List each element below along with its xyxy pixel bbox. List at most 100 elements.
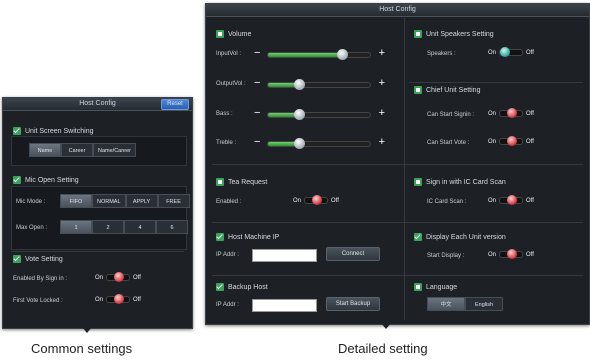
bass-slider[interactable]: − + bbox=[254, 108, 385, 120]
vote-row-label: Enabled By Sign in : bbox=[13, 276, 68, 282]
mode-free[interactable]: FREE bbox=[157, 194, 190, 208]
treble-slider[interactable]: − + bbox=[254, 137, 385, 149]
toggle-knob[interactable] bbox=[507, 249, 518, 259]
max-open-segment: 1 2 4 6 bbox=[60, 220, 188, 234]
speaker-icon bbox=[414, 30, 422, 38]
slider-knob[interactable] bbox=[293, 109, 305, 120]
first-vote-locked-toggle[interactable]: On Off bbox=[95, 294, 141, 304]
option-name[interactable]: Name bbox=[29, 143, 61, 157]
common-settings-window: Host Config Reset Unit Screen Switching … bbox=[2, 97, 193, 329]
max-open-label: Max Open : bbox=[16, 225, 48, 231]
detailed-settings-window: Host Config Volume InputVol : − + Output… bbox=[205, 3, 590, 325]
can-start-vote-label: Can Start Vote : bbox=[427, 140, 470, 146]
toggle-knob[interactable] bbox=[114, 294, 125, 304]
output-vol-label: OutputVol : bbox=[216, 81, 246, 87]
slider-knob[interactable] bbox=[293, 79, 305, 90]
left-callout-pointer bbox=[82, 327, 92, 333]
ic-card-toggle[interactable]: On Off bbox=[488, 195, 534, 205]
right-callout-pointer bbox=[381, 323, 391, 329]
mode-fifo[interactable]: FIFO bbox=[60, 194, 92, 208]
tea-enabled-toggle[interactable]: On Off bbox=[293, 195, 339, 205]
slider-knob[interactable] bbox=[337, 49, 349, 60]
language-heading: Language bbox=[414, 283, 457, 291]
reset-button[interactable]: Reset bbox=[161, 99, 189, 110]
max-2[interactable]: 2 bbox=[92, 220, 124, 234]
minus-icon[interactable]: − bbox=[254, 108, 260, 119]
plus-icon[interactable]: + bbox=[379, 48, 385, 59]
ic-card-label: IC Card Scan : bbox=[427, 199, 467, 205]
option-career[interactable]: Career bbox=[61, 143, 93, 157]
can-start-signin-label: Can Start Signin : bbox=[427, 112, 475, 118]
option-name-career[interactable]: Name/Career bbox=[93, 143, 137, 157]
max-4[interactable]: 4 bbox=[124, 220, 156, 234]
right-caption: Detailed setting bbox=[338, 341, 428, 356]
backup-heading: Backup Host bbox=[216, 283, 268, 291]
slider-knob[interactable] bbox=[293, 138, 305, 149]
mode-normal[interactable]: NORMAL bbox=[92, 194, 126, 208]
vote-heading: Vote Setting bbox=[13, 255, 63, 263]
toggle-knob[interactable] bbox=[507, 108, 518, 118]
checkbox-icon bbox=[13, 127, 21, 135]
language-icon bbox=[414, 283, 422, 291]
ic-card-icon bbox=[414, 178, 422, 186]
unit-screen-segment: Name Career Name/Career bbox=[29, 143, 137, 157]
treble-label: Treble : bbox=[216, 140, 237, 146]
language-segment: 中文 English bbox=[427, 297, 503, 311]
chief-heading: Chief Unit Setting bbox=[414, 86, 480, 94]
tea-icon bbox=[216, 178, 224, 186]
enabled-by-signin-toggle[interactable]: On Off bbox=[95, 272, 141, 282]
can-start-vote-toggle[interactable]: On Off bbox=[488, 136, 534, 146]
sign-ic-heading: Sign in with IC Card Scan bbox=[414, 178, 506, 186]
speakers-label: Speakers : bbox=[427, 51, 456, 57]
checkbox-icon bbox=[216, 283, 224, 291]
plus-icon[interactable]: + bbox=[379, 137, 385, 148]
input-vol-label: InputVol : bbox=[216, 51, 242, 57]
mic-mode-label: Mic Mode : bbox=[16, 199, 46, 205]
input-vol-slider[interactable]: − + bbox=[254, 48, 385, 60]
start-backup-button[interactable]: Start Backup bbox=[326, 297, 380, 311]
start-display-toggle[interactable]: On Off bbox=[488, 249, 534, 259]
display-unit-heading: Display Each Unit version bbox=[414, 233, 506, 241]
bass-label: Bass : bbox=[216, 111, 233, 117]
tea-enabled-label: Enabled : bbox=[216, 199, 242, 205]
checkbox-icon bbox=[13, 176, 21, 184]
checkbox-icon bbox=[13, 255, 21, 263]
chief-unit-icon bbox=[414, 86, 422, 94]
toggle-knob[interactable] bbox=[507, 195, 518, 205]
vote-row-label: First Vote Locked : bbox=[13, 298, 63, 304]
plus-icon[interactable]: + bbox=[379, 78, 385, 89]
volume-heading: Volume bbox=[216, 30, 251, 38]
max-6[interactable]: 6 bbox=[156, 220, 188, 234]
host-ip-label: IP Addr : bbox=[216, 252, 239, 258]
lang-english[interactable]: English bbox=[465, 297, 503, 311]
start-display-label: Start Display : bbox=[427, 253, 465, 259]
mode-apply[interactable]: APPLY bbox=[125, 194, 158, 208]
lang-chinese[interactable]: 中文 bbox=[427, 297, 465, 311]
minus-icon[interactable]: − bbox=[254, 48, 260, 59]
checkbox-icon bbox=[414, 233, 422, 241]
tea-heading: Tea Request bbox=[216, 178, 267, 186]
toggle-knob[interactable] bbox=[507, 136, 518, 146]
minus-icon[interactable]: − bbox=[254, 137, 260, 148]
mic-mode-segment: FIFO NORMAL APPLY FREE bbox=[60, 194, 190, 208]
toggle-knob[interactable] bbox=[114, 272, 125, 282]
left-caption: Common settings bbox=[31, 341, 133, 356]
speakers-toggle[interactable]: On Off bbox=[488, 47, 534, 57]
host-ip-heading: Host Machine IP bbox=[216, 233, 279, 241]
can-start-signin-toggle[interactable]: On Off bbox=[488, 108, 534, 118]
backup-ip-label: IP Addr : bbox=[216, 302, 239, 308]
mic-open-heading: Mic Open Setting bbox=[13, 176, 79, 184]
max-1[interactable]: 1 bbox=[60, 220, 92, 234]
unit-screen-heading: Unit Screen Switching bbox=[13, 127, 93, 135]
output-vol-slider[interactable]: − + bbox=[254, 78, 385, 90]
plus-icon[interactable]: + bbox=[379, 108, 385, 119]
connect-button[interactable]: Connect bbox=[326, 247, 380, 261]
minus-icon[interactable]: − bbox=[254, 78, 260, 89]
right-title: Host Config bbox=[206, 4, 589, 17]
speakers-heading: Unit Speakers Setting bbox=[414, 30, 494, 38]
toggle-knob[interactable] bbox=[500, 47, 511, 57]
backup-ip-input[interactable] bbox=[252, 299, 317, 312]
checkbox-icon bbox=[216, 233, 224, 241]
toggle-knob[interactable] bbox=[312, 195, 323, 205]
host-ip-input[interactable] bbox=[252, 249, 317, 262]
